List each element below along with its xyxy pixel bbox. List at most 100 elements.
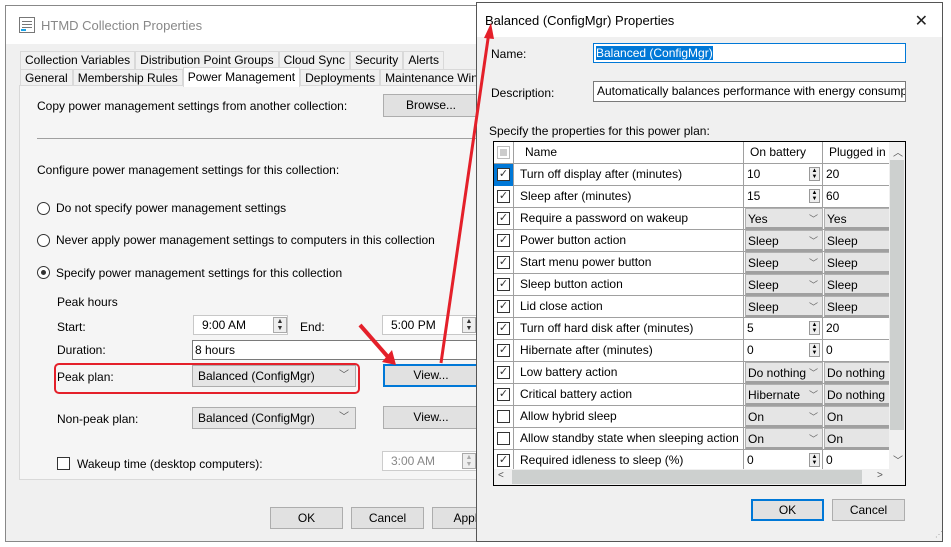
vertical-scroll-thumb[interactable] — [890, 160, 904, 430]
plugged-in-text: Sleep — [827, 256, 858, 270]
grid-row[interactable]: Allow hybrid sleep On ﹀ On — [494, 406, 890, 428]
peak-plan-view-button[interactable]: View... — [383, 364, 479, 387]
spinner-icon[interactable]: ▲ ▼ — [809, 453, 820, 467]
plugged-in-value[interactable]: On — [824, 428, 890, 450]
plugged-in-value[interactable]: On — [824, 406, 890, 428]
scroll-right-icon[interactable]: > — [877, 470, 883, 481]
end-time-spinner[interactable]: ▲ ▼ — [462, 317, 476, 333]
row-checkbox[interactable]: ✓ — [497, 190, 510, 203]
plugged-in-value[interactable]: 0 — [824, 340, 890, 362]
grid-row[interactable]: ✓ Lid close action Sleep ﹀ Sleep — [494, 296, 890, 318]
plugged-in-value[interactable]: 60 — [824, 186, 890, 208]
spinner-icon[interactable]: ▲ ▼ — [809, 167, 820, 181]
vertical-scrollbar[interactable]: ︿ ﹀ — [889, 142, 905, 469]
tab-collection-variables[interactable]: Collection Variables — [20, 51, 136, 69]
grid-row[interactable]: ✓ Sleep button action Sleep ﹀ Sleep — [494, 274, 890, 296]
radio-never-apply[interactable] — [37, 234, 50, 247]
plugged-in-value[interactable]: Sleep — [824, 252, 890, 274]
plugged-in-value[interactable]: Sleep — [824, 274, 890, 296]
row-checkbox[interactable]: ✓ — [497, 388, 510, 401]
select-all-checkbox[interactable] — [497, 146, 510, 159]
on-battery-value[interactable]: On ﹀ — [745, 406, 823, 428]
main-ok-button[interactable]: OK — [270, 507, 343, 529]
non-peak-plan-select[interactable]: Balanced (ConfigMgr) ﹀ — [192, 407, 356, 429]
tab-power-management[interactable]: Power Management — [182, 67, 301, 87]
on-battery-value[interactable]: Sleep ﹀ — [745, 230, 823, 252]
tab-security[interactable]: Security — [349, 51, 404, 69]
on-battery-value[interactable]: On ﹀ — [745, 428, 823, 450]
row-checkbox[interactable]: ✓ — [497, 278, 510, 291]
plugged-in-value[interactable]: 20 — [824, 164, 890, 186]
dialog-cancel-button[interactable]: Cancel — [832, 499, 905, 521]
column-header-name[interactable]: Name — [515, 142, 744, 164]
duration-field: 8 hours — [192, 340, 482, 360]
resize-grip-icon[interactable]: ⋰ — [935, 530, 943, 539]
dialog-ok-button[interactable]: OK — [751, 499, 824, 521]
on-battery-value[interactable]: 10 ▲ ▼ — [745, 164, 823, 186]
row-checkbox[interactable]: ✓ — [497, 366, 510, 379]
spinner-icon[interactable]: ▲ ▼ — [809, 321, 820, 335]
close-icon[interactable]: ✕ — [915, 11, 928, 31]
on-battery-value[interactable]: Sleep ﹀ — [745, 296, 823, 318]
grid-row[interactable]: ✓ Require a password on wakeup Yes ﹀ Yes — [494, 208, 890, 230]
on-battery-value[interactable]: Hibernate ﹀ — [745, 384, 823, 406]
row-checkbox[interactable]: ✓ — [497, 234, 510, 247]
row-checkbox[interactable]: ✓ — [497, 454, 510, 467]
on-battery-value[interactable]: 5 ▲ ▼ — [745, 318, 823, 340]
grid-row[interactable]: Allow standby state when sleeping action… — [494, 428, 890, 450]
main-cancel-button[interactable]: Cancel — [351, 507, 424, 529]
setting-name: Sleep after (minutes) — [515, 186, 744, 208]
row-checkbox[interactable] — [497, 432, 510, 445]
radio-specify[interactable] — [37, 266, 50, 279]
grid-row[interactable]: ✓ Turn off display after (minutes) 10 ▲ ▼ 20 — [494, 164, 890, 186]
wakeup-time-checkbox[interactable] — [57, 457, 70, 470]
horizontal-scrollbar[interactable]: < > — [494, 469, 905, 485]
tab-alerts[interactable]: Alerts — [403, 51, 444, 69]
plugged-in-value[interactable]: 20 — [824, 318, 890, 340]
row-checkbox[interactable]: ✓ — [497, 322, 510, 335]
scroll-down-icon[interactable]: ﹀ — [893, 452, 903, 467]
spinner-icon[interactable]: ▲ ▼ — [809, 343, 820, 357]
grid-row[interactable]: ✓ Sleep after (minutes) 15 ▲ ▼ 60 — [494, 186, 890, 208]
grid-row[interactable]: ✓ Critical battery action Hibernate ﹀ Do not… — [494, 384, 890, 406]
plugged-in-value[interactable]: Yes — [824, 208, 890, 230]
plugged-in-value[interactable]: Sleep — [824, 296, 890, 318]
column-header-on-battery[interactable]: On battery — [745, 142, 823, 164]
on-battery-value[interactable]: Sleep ﹀ — [745, 252, 823, 274]
on-battery-value[interactable]: Yes ﹀ — [745, 208, 823, 230]
row-checkbox[interactable]: ✓ — [497, 344, 510, 357]
on-battery-value[interactable]: 0 ▲ ▼ — [745, 340, 823, 362]
plugged-in-value[interactable]: Do nothing — [824, 362, 890, 384]
on-battery-text: 15 — [747, 189, 761, 203]
plan-name-label: Name: — [491, 47, 527, 61]
on-battery-value[interactable]: 15 ▲ ▼ — [745, 186, 823, 208]
on-battery-value[interactable]: Do nothing ﹀ — [745, 362, 823, 384]
plan-description-input[interactable]: Automatically balances performance with … — [593, 81, 906, 102]
grid-row[interactable]: ✓ Start menu power button Sleep ﹀ Sleep — [494, 252, 890, 274]
plugged-in-value[interactable]: Do nothing — [824, 384, 890, 406]
main-window-title: HTMD Collection Properties — [41, 17, 203, 33]
scroll-left-icon[interactable]: < — [498, 470, 504, 481]
on-battery-value[interactable]: Sleep ﹀ — [745, 274, 823, 296]
spinner-icon[interactable]: ▲ ▼ — [809, 189, 820, 203]
chevron-down-icon: ﹀ — [339, 412, 349, 423]
row-checkbox[interactable] — [497, 410, 510, 423]
row-checkbox[interactable]: ✓ — [497, 168, 510, 181]
plugged-in-value[interactable]: Sleep — [824, 230, 890, 252]
horizontal-scroll-thumb[interactable] — [512, 470, 862, 484]
start-time-spinner[interactable]: ▲ ▼ — [273, 317, 287, 333]
peak-plan-select[interactable]: Balanced (ConfigMgr) ﹀ — [192, 365, 356, 387]
scroll-up-icon[interactable]: ︿ — [893, 144, 903, 159]
grid-row[interactable]: ✓ Turn off hard disk after (minutes) 5 ▲ ▼ 20 — [494, 318, 890, 340]
plan-name-input[interactable]: Balanced (ConfigMgr) — [593, 43, 906, 63]
grid-row[interactable]: ✓ Hibernate after (minutes) 0 ▲ ▼ 0 — [494, 340, 890, 362]
column-header-plugged-in[interactable]: Plugged in — [824, 142, 890, 164]
row-checkbox[interactable]: ✓ — [497, 256, 510, 269]
browse-button[interactable]: Browse... — [383, 94, 479, 117]
row-checkbox[interactable]: ✓ — [497, 300, 510, 313]
non-peak-plan-view-button[interactable]: View... — [383, 406, 479, 429]
grid-row[interactable]: ✓ Low battery action Do nothing ﹀ Do nothing — [494, 362, 890, 384]
row-checkbox[interactable]: ✓ — [497, 212, 510, 225]
radio-do-not-specify[interactable] — [37, 202, 50, 215]
grid-row[interactable]: ✓ Power button action Sleep ﹀ Sleep — [494, 230, 890, 252]
